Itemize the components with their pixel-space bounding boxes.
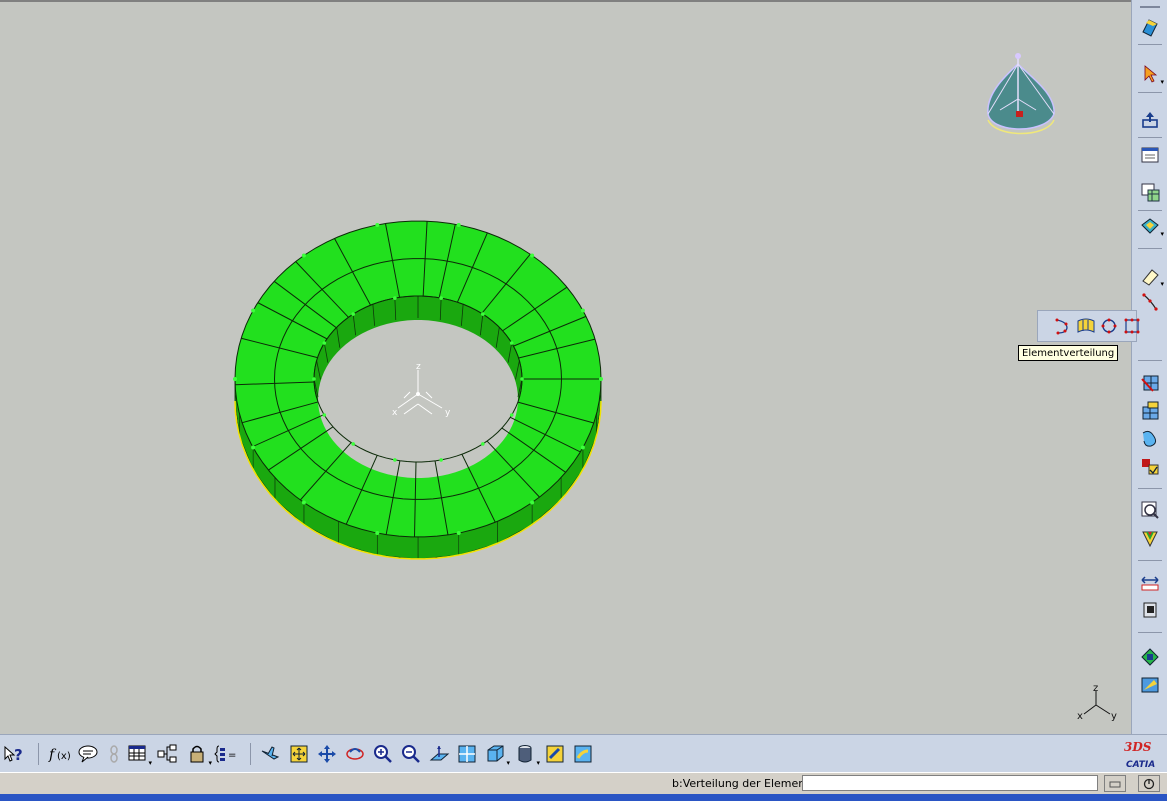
- quality-analysis-icon[interactable]: [1138, 498, 1162, 522]
- swap-visible-space-icon[interactable]: [572, 741, 596, 767]
- iso-view-icon[interactable]: ▾: [484, 741, 510, 767]
- remove-mesh-icon[interactable]: [1138, 370, 1162, 394]
- distribution-icon[interactable]: [1138, 290, 1162, 314]
- measure-distance-icon[interactable]: [1138, 570, 1162, 594]
- mesh-part-icon[interactable]: ▾: [1138, 214, 1164, 238]
- bottom-toolbar: ? f (x) ▾ ▾ = ▾ ▾ 3DS CATIA: [0, 734, 1167, 773]
- mesh-import-icon[interactable]: [1138, 673, 1162, 697]
- zoom-in-icon[interactable]: [372, 741, 396, 767]
- power-input-button[interactable]: [1138, 775, 1160, 792]
- apply-mesh-icon[interactable]: [1138, 398, 1162, 422]
- corner-x-label: x: [1077, 711, 1083, 722]
- transformation-icon[interactable]: [1138, 426, 1162, 450]
- surface-distribution-icon[interactable]: [1076, 315, 1096, 337]
- parameters-icon[interactable]: =: [214, 741, 238, 767]
- os-taskbar-strip: [0, 794, 1167, 801]
- circle-distribution-icon[interactable]: [1099, 315, 1119, 337]
- command-input[interactable]: [802, 775, 1098, 791]
- pan-icon[interactable]: [316, 741, 340, 767]
- lock-icon[interactable]: ▾: [186, 741, 212, 767]
- status-bar: b:Verteilung der Elemente: [0, 772, 1167, 795]
- toolbar-grip[interactable]: [1140, 6, 1160, 8]
- element-distribution-subtoolbar: [1037, 310, 1140, 342]
- edge-distribution-icon[interactable]: [1053, 315, 1073, 337]
- design-table-icon[interactable]: ▾: [126, 741, 152, 767]
- select-arrow-icon[interactable]: ▾: [1138, 62, 1164, 86]
- rotate-icon[interactable]: [344, 741, 368, 767]
- mesh-export-icon[interactable]: [1138, 645, 1162, 669]
- node-editor-icon[interactable]: [1138, 454, 1162, 478]
- hide-show-icon[interactable]: [544, 741, 568, 767]
- comment-icon[interactable]: [76, 741, 100, 767]
- viewport-canvas[interactable]: z x y z x y: [0, 2, 1131, 736]
- eraser-icon[interactable]: ▾: [1138, 264, 1164, 288]
- origin-z-label: z: [416, 362, 421, 372]
- display-settings-icon[interactable]: [1138, 144, 1162, 168]
- fit-all-icon[interactable]: [288, 741, 312, 767]
- corner-axis-indicator: [1083, 691, 1111, 715]
- color-quality-icon[interactable]: [1138, 526, 1162, 550]
- svg-text:CATIA: CATIA: [1126, 760, 1155, 770]
- render-style-icon[interactable]: ▾: [514, 741, 540, 767]
- update-icon[interactable]: [1138, 108, 1162, 132]
- relations-icon[interactable]: [156, 741, 180, 767]
- compass-widget[interactable]: [987, 53, 1055, 135]
- whats-this-help-icon[interactable]: ?: [2, 741, 26, 767]
- fly-mode-icon[interactable]: [260, 741, 284, 767]
- origin-x-label: x: [392, 408, 398, 418]
- 3d-viewport[interactable]: z x y z x y: [0, 0, 1131, 736]
- svg-text:f: f: [48, 747, 57, 763]
- multi-view-icon[interactable]: [456, 741, 480, 767]
- formula-icon[interactable]: f (x): [48, 741, 72, 767]
- grid-distribution-icon[interactable]: [1122, 315, 1142, 337]
- catia-logo: 3DS CATIA: [1122, 737, 1162, 771]
- right-vertical-toolbar: ▾ ▾ ▾: [1131, 0, 1167, 734]
- status-message: b:Verteilung der Elemente: [672, 777, 817, 790]
- svg-text:?: ?: [14, 746, 23, 764]
- analysis-icon[interactable]: [1138, 598, 1162, 622]
- svg-text:=: =: [228, 750, 236, 761]
- corner-z-label: z: [1093, 683, 1098, 694]
- command-history-button[interactable]: [1104, 775, 1126, 792]
- origin-y-label: y: [445, 408, 451, 418]
- tooltip: Elementverteilung: [1018, 345, 1119, 361]
- normal-view-icon[interactable]: [428, 741, 452, 767]
- exit-workbench-icon[interactable]: [1138, 15, 1162, 39]
- svg-text:(x): (x): [57, 751, 71, 762]
- svg-text:3DS: 3DS: [1124, 740, 1152, 754]
- chain-link-icon[interactable]: [102, 741, 126, 767]
- zoom-out-icon[interactable]: [400, 741, 424, 767]
- mesh-table-icon[interactable]: [1138, 180, 1162, 204]
- corner-y-label: y: [1111, 711, 1117, 722]
